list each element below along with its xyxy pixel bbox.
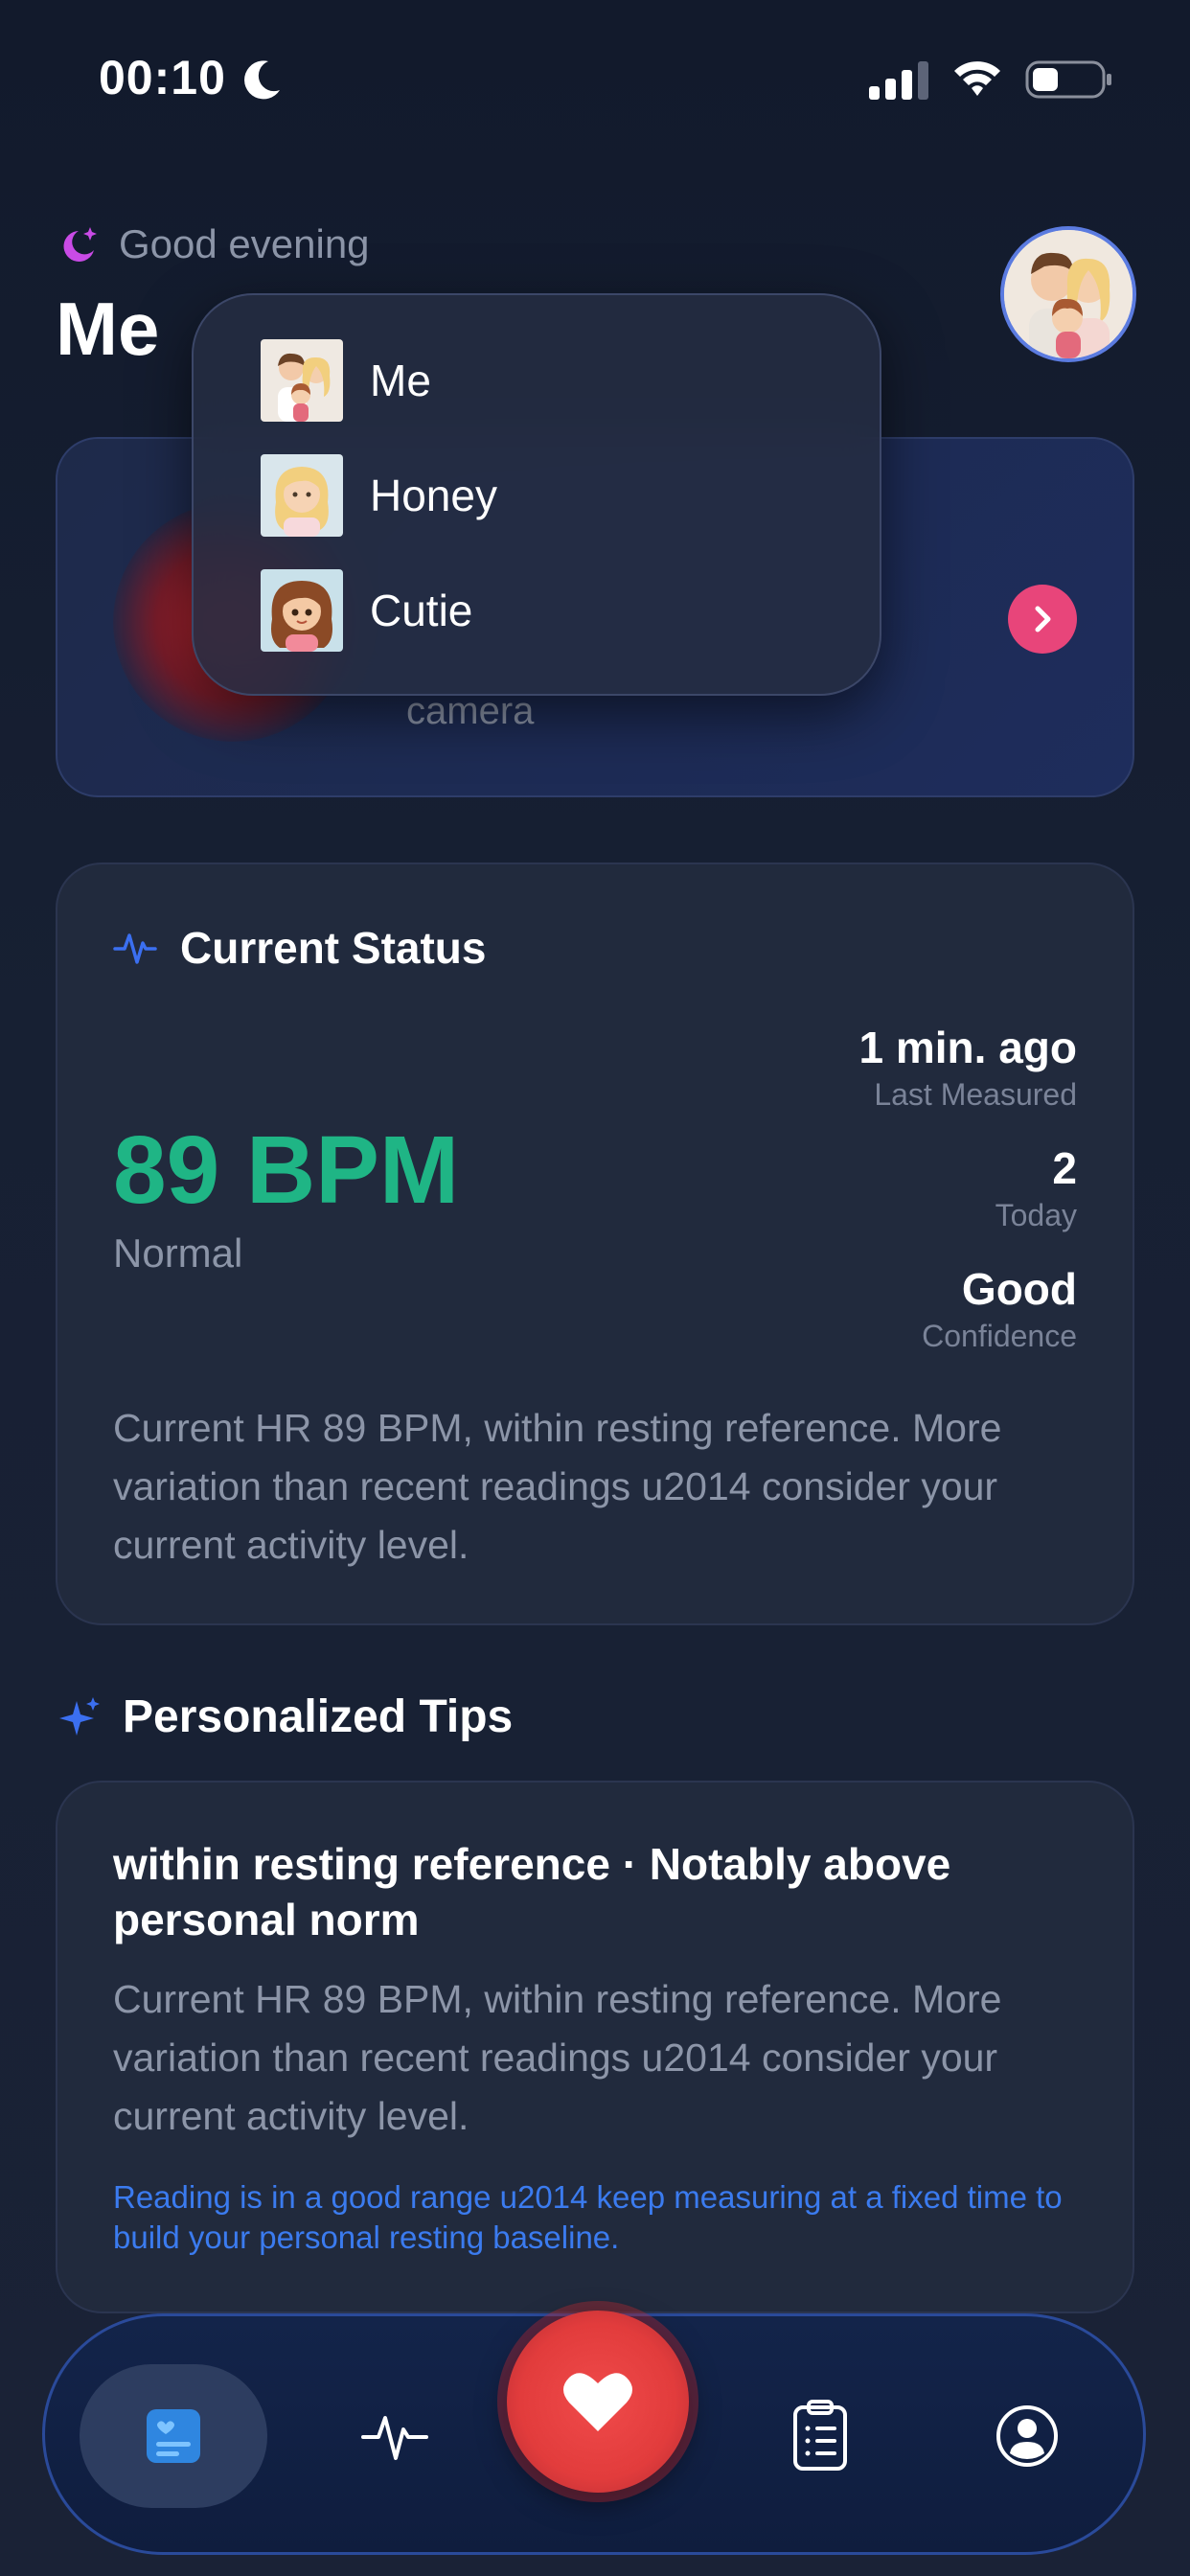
status-description: Current HR 89 BPM, within resting refere…	[113, 1406, 1002, 1567]
tips-header: Personalized Tips	[57, 1690, 513, 1743]
metric-value: 2	[1052, 1143, 1077, 1193]
metric-today: 2 Today	[995, 1142, 1077, 1233]
profile-title[interactable]: Me	[56, 286, 159, 373]
signal-icon	[869, 61, 928, 100]
sparkle-icon	[59, 1696, 100, 1736]
profile-dropdown: Me Honey Cutie	[192, 293, 881, 696]
tab-bar	[42, 2311, 1146, 2555]
pulse-tab[interactable]	[352, 2393, 438, 2479]
card-title: Current Status	[180, 923, 487, 973]
heart-icon	[563, 2373, 632, 2431]
dropdown-label: Me	[370, 356, 431, 405]
home-card-icon	[147, 2409, 200, 2463]
metric-confidence: Good Confidence	[922, 1263, 1077, 1354]
banner-arrow-button[interactable]	[1008, 585, 1077, 654]
tips-title: Personalized Tips	[123, 1691, 514, 1742]
tip-card[interactable]: within resting reference · Notably above…	[56, 1781, 1134, 2313]
pulse-icon	[113, 933, 157, 964]
bpm-value: 89 BPM	[113, 1116, 460, 1224]
metric-value: 1 min. ago	[858, 1023, 1077, 1072]
tip-note: Reading is in a good range u2014 keep me…	[113, 2179, 1063, 2255]
girl-thumb-icon	[261, 569, 343, 652]
metric-label: Confidence	[922, 1319, 1077, 1353]
greeting-text: Good evening	[119, 221, 370, 266]
dropdown-item-cutie[interactable]: Cutie	[261, 569, 472, 652]
wifi-icon	[954, 61, 1000, 96]
dropdown-label: Cutie	[370, 586, 473, 635]
metric-label: Today	[995, 1198, 1077, 1232]
dropdown-item-me[interactable]: Me	[261, 339, 431, 422]
woman-thumb-icon	[261, 454, 343, 537]
current-status-card: Current Status 89 BPM Normal 1 min. ago …	[56, 862, 1134, 1625]
metric-value: Good	[961, 1264, 1077, 1314]
records-tab[interactable]	[777, 2389, 863, 2481]
family-avatar-icon	[1004, 230, 1133, 358]
tip-title: within resting reference · Notably above…	[113, 1839, 951, 1944]
profile-tab[interactable]	[984, 2393, 1070, 2479]
dropdown-item-honey[interactable]: Honey	[261, 454, 497, 537]
chevron-right-icon	[1035, 606, 1051, 632]
user-circle-icon	[996, 2405, 1058, 2467]
home-tab[interactable]	[80, 2364, 267, 2508]
metric-label: Last Measured	[874, 1077, 1077, 1112]
status-time: 00:10	[99, 51, 226, 104]
greeting-row: Good evening	[57, 218, 370, 270]
family-thumb-icon	[261, 339, 343, 422]
moon-sparkle-icon	[63, 227, 97, 262]
card-header: Current Status	[113, 922, 486, 974]
battery-icon	[1025, 60, 1111, 99]
tip-body: Current HR 89 BPM, within resting refere…	[113, 1977, 1002, 2138]
metric-last-measured: 1 min. ago Last Measured	[859, 1022, 1077, 1113]
banner-subtitle: camera	[406, 690, 535, 732]
dropdown-label: Honey	[370, 471, 497, 520]
heartbeat-icon	[361, 2416, 428, 2460]
avatar[interactable]	[1000, 226, 1136, 362]
clipboard-list-icon	[793, 2400, 847, 2471]
bpm-state: Normal	[113, 1230, 243, 1276]
screen: 00:10 Good evening Me camera Me Honey Cu…	[0, 0, 1190, 2576]
moon-icon	[244, 60, 280, 100]
status-bar: 00:10	[0, 0, 1190, 153]
measure-tab[interactable]	[507, 2311, 689, 2493]
